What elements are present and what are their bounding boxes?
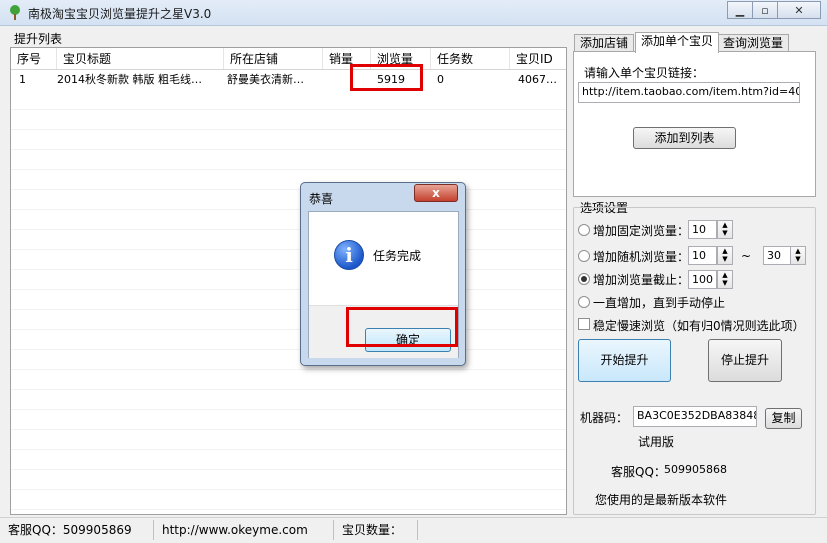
minimize-icon: ▁ [735,3,745,17]
close-icon: ✕ [794,3,804,17]
range-separator: ~ [741,249,752,263]
status-bar: 客服QQ：509905869 http://www.okeyme.com 宝贝数… [0,517,827,543]
dialog-message: 任务完成 [373,249,422,263]
completion-dialog: 恭喜 x i 任务完成 确定 [300,182,466,366]
random-views-label: 增加随机浏览量： [593,250,690,264]
edition-label: 试用版 [638,435,675,449]
machine-code-label: 机器码： [580,411,629,425]
random-max-spinner[interactable]: ▲ ▼ [790,246,806,265]
random-max-input[interactable]: 30 [763,246,792,265]
title-bar: 南极淘宝宝贝浏览量提升之星V3.0 ▁ ▫ ✕ [0,0,827,26]
tab-query-views[interactable]: 查询浏览量 [717,34,790,52]
support-qq-label: 客服QQ： [611,465,666,479]
column-header-index[interactable]: 序号 [11,48,57,69]
list-group-label: 提升列表 [14,32,63,46]
close-button[interactable]: ✕ [777,1,821,19]
views-cutoff-label: 增加浏览量截止： [593,273,690,287]
tab-panel-single-item: 请输入单个宝贝链接： http://item.taobao.com/item.h… [573,51,816,197]
dialog-title: 恭喜 [309,192,334,206]
radio-fixed-views[interactable] [578,224,590,236]
maximize-icon: ▫ [761,3,769,17]
increase-forever-label: 一直增加，直到手动停止 [593,296,726,310]
dialog-footer: 确定 [309,305,458,358]
status-qq: 客服QQ：509905869 [0,520,154,540]
column-header-title[interactable]: 宝贝标题 [57,48,224,69]
cell-sales [323,70,371,90]
column-header-sales[interactable]: 销量 [323,48,371,69]
column-header-tasks[interactable]: 任务数 [431,48,510,69]
tab-add-shop[interactable]: 添加店铺 [574,34,635,52]
minimize-button[interactable]: ▁ [727,1,753,19]
random-min-input[interactable]: 10 [688,246,717,265]
views-cutoff-spinner[interactable]: ▲ ▼ [717,270,733,289]
close-icon: x [432,186,440,200]
fixed-views-input[interactable]: 10 [688,220,717,239]
slow-browse-label: 稳定慢速浏览（如有归0情况则选此项） [593,319,805,333]
cell-shop: 舒曼美衣清新… [227,73,304,86]
window-title: 南极淘宝宝贝浏览量提升之星V3.0 [28,7,212,21]
cell-item-id: 4067… [518,73,557,86]
stop-button[interactable]: 停止提升 [708,339,782,382]
copy-button[interactable]: 复制 [765,408,802,429]
status-item-count: 宝贝数量： [334,520,418,540]
tab-add-single-item[interactable]: 添加单个宝贝 [635,32,720,53]
machine-code-field[interactable]: BA3C0E352DBA8384868 [633,406,757,427]
tree-icon [10,5,20,20]
dialog-body: i 任务完成 确定 [308,211,459,358]
ok-button[interactable]: 确定 [365,328,451,352]
column-header-views[interactable]: 浏览量 [371,48,431,69]
cell-views: 5919 [377,73,405,86]
support-qq-value: 509905868 [664,463,727,476]
version-note: 您使用的是最新版本软件 [595,493,728,507]
item-table[interactable]: 序号 宝贝标题 所在店铺 销量 浏览量 任务数 宝贝ID 1 2014秋冬新款 … [10,47,567,515]
radio-views-cutoff[interactable] [578,273,590,285]
maximize-button[interactable]: ▫ [752,1,778,19]
start-button[interactable]: 开始提升 [578,339,671,382]
status-website[interactable]: http://www.okeyme.com [154,520,334,540]
radio-increase-forever[interactable] [578,296,590,308]
table-gridlines [11,90,566,514]
radio-random-views[interactable] [578,250,590,262]
column-header-item-id[interactable]: 宝贝ID [510,48,566,69]
item-url-input[interactable]: http://item.taobao.com/item.htm?id=40672… [578,82,800,103]
table-row[interactable]: 1 2014秋冬新款 韩版 粗毛线… 舒曼美衣清新… 5919 0 4067… [11,70,566,90]
cell-tasks: 0 [437,73,444,86]
fixed-views-spinner[interactable]: ▲ ▼ [717,220,733,239]
fixed-views-label: 增加固定浏览量： [593,224,690,238]
url-prompt-label: 请输入单个宝贝链接： [584,66,705,80]
info-icon: i [334,240,364,270]
table-header: 序号 宝贝标题 所在店铺 销量 浏览量 任务数 宝贝ID [11,48,566,70]
slow-browse-checkbox[interactable] [578,318,590,330]
add-to-list-button[interactable]: 添加到列表 [633,127,736,149]
random-min-spinner[interactable]: ▲ ▼ [717,246,733,265]
column-header-shop[interactable]: 所在店铺 [224,48,323,69]
cell-title: 2014秋冬新款 韩版 粗毛线… [57,73,202,86]
views-cutoff-input[interactable]: 100 [688,270,717,289]
dialog-close-button[interactable]: x [414,184,458,202]
